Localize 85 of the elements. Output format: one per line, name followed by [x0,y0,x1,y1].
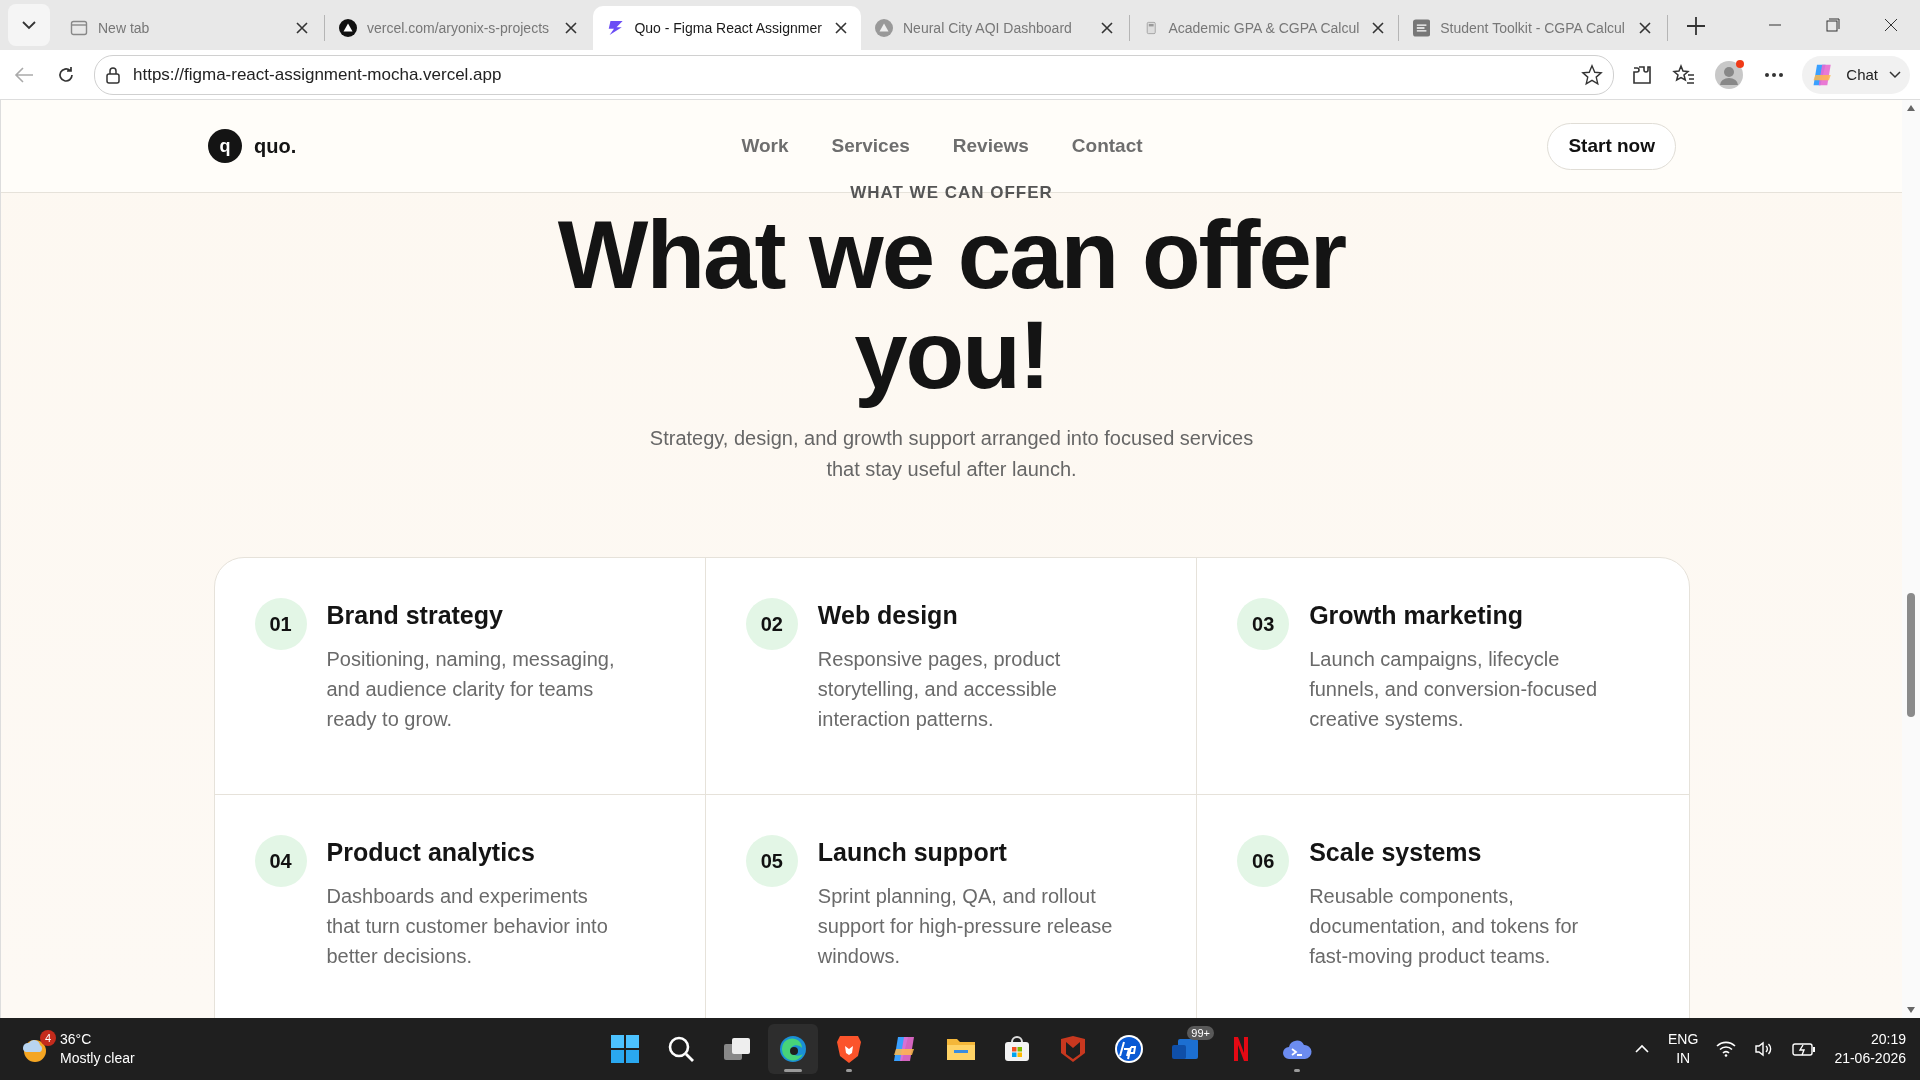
folder-icon[interactable] [946,1036,976,1062]
close-icon [1884,18,1898,32]
service-description: Responsive pages, product storytelling, and accessible interaction patterns. [817,647,1062,732]
logo-text[interactable]: quo. [254,134,297,158]
favorites-icon [1672,63,1697,86]
wifi-icon[interactable] [1716,1041,1737,1057]
start-now-button[interactable]: Start now [1547,122,1676,170]
battery-charging-icon[interactable] [1792,1041,1817,1057]
service-number: 05 [745,835,798,887]
letter-n-logo-icon[interactable] [1232,1035,1250,1063]
close-icon[interactable] [1371,21,1386,35]
lightning-icon [607,19,625,37]
service-description: Reusable components, documentation, and tokens for fast-moving product teams. [1309,884,1580,969]
reload-icon [56,64,76,85]
chevron-down-icon [21,20,37,30]
close-icon[interactable] [834,21,849,35]
browser-tab[interactable]: vercel.com/aryonix-s-projects [325,6,593,50]
close-icon[interactable] [564,21,578,35]
service-number: 01 [254,598,307,650]
section-eyebrow: WHAT WE CAN OFFER [850,187,1053,199]
section-subtitle: Strategy, design, and growth support arranged into focused services that stay useful after launch. [648,426,1255,482]
service-title: Web design [817,600,959,630]
avatar-icon [1714,59,1745,90]
shield-icon[interactable] [1059,1035,1087,1063]
browser-icon[interactable] [778,1034,808,1064]
chevron-up-icon[interactable] [1634,1044,1651,1054]
scrollbar[interactable] [1902,100,1920,1018]
calculator-icon [1144,19,1159,37]
close-icon[interactable] [1100,21,1114,35]
task-view-icon[interactable] [722,1035,752,1063]
nav-link[interactable]: Contact [1071,135,1143,157]
plus-icon [1686,16,1706,36]
service-number: 03 [1237,598,1290,650]
scroll-down-icon[interactable] [1906,1006,1916,1014]
hp-logo-icon[interactable] [1114,1034,1144,1064]
service-title: Scale systems [1309,837,1483,867]
service-title: Brand strategy [326,600,504,630]
logo-mark[interactable]: q [208,129,242,163]
clock-date[interactable]: 21-06-2026 [1834,1049,1906,1068]
nav-link[interactable]: Work [741,135,789,157]
back-arrow-icon [14,65,34,84]
chat-button[interactable]: Chat [1802,55,1910,94]
notification-badge: 4 [40,1030,56,1046]
notification-badge: 99+ [1187,1026,1214,1040]
weather-condition: Mostly clear [60,1049,135,1068]
profile-button[interactable] [1712,57,1747,92]
puzzle-icon [1631,63,1654,86]
browser-tab[interactable]: Academic GPA & CGPA Calcul [1130,6,1398,50]
language-indicator[interactable]: ENG [1668,1030,1699,1049]
service-number: 06 [1237,835,1290,887]
more-icon [1764,71,1785,78]
lock-icon [105,65,121,84]
search-icon[interactable] [667,1035,695,1063]
service-title: Product analytics [326,837,536,867]
service-number: 04 [254,835,307,887]
scrollbar-thumb[interactable] [1907,593,1915,717]
browser-tab[interactable]: New tab [56,6,324,50]
service-description: Positioning, naming, messaging, and audience clarity for teams ready to grow. [326,647,616,732]
service-title: Launch support [817,837,1008,867]
temperature-text: 36°C [60,1030,93,1049]
language-indicator[interactable]: IN [1676,1049,1691,1068]
document-icon [1413,19,1431,37]
service-description: Launch campaigns, lifecycle funnels, and conversion-focused creative systems. [1309,647,1599,732]
nav-link[interactable]: Services [831,135,910,157]
clock-time[interactable]: 20:19 [1870,1030,1906,1049]
restore-icon [1826,18,1840,32]
service-title: Growth marketing [1309,600,1525,630]
close-icon[interactable] [295,21,309,35]
address-bar[interactable]: https://figma-react-assignment-mocha.vercel.app [94,54,1615,95]
service-number: 02 [745,598,798,650]
scroll-up-icon[interactable] [1906,104,1916,112]
star-icon[interactable] [1581,63,1604,86]
shopping-bag-icon[interactable] [1003,1035,1031,1063]
windows-logo-icon[interactable] [610,1034,640,1064]
close-icon[interactable] [1638,21,1653,35]
service-description: Sprint planning, QA, and rollout support for high-pressure release windows. [817,884,1114,969]
chevron-down-icon [1888,69,1902,80]
browser-tab[interactable]: Quo - Figma React Assignmer [593,6,861,50]
new-tab-icon [70,19,88,37]
service-description: Dashboards and experiments that turn customer behavior into better decisions. [326,884,609,969]
browser-tab[interactable]: Neural City AQI Dashboard [861,6,1129,50]
taskbar-app-button[interactable] [768,1024,818,1074]
nav-link[interactable]: Reviews [952,135,1029,157]
browser-tab[interactable]: Student Toolkit - CGPA Calcul [1399,6,1667,50]
lion-icon[interactable] [836,1034,862,1064]
